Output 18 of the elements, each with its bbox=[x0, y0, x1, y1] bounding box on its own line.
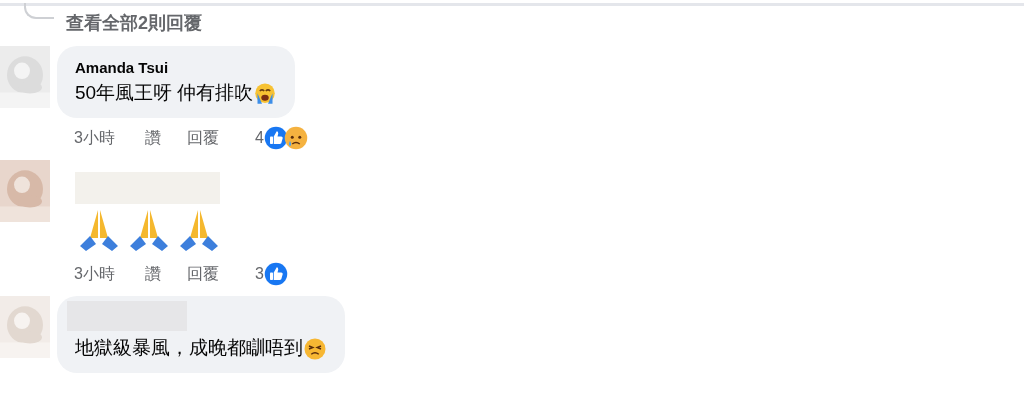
reaction-count[interactable]: 3 bbox=[254, 265, 264, 283]
view-replies-link[interactable]: 查看全部2則回覆 bbox=[66, 11, 202, 35]
reply-link[interactable]: 回覆 bbox=[186, 127, 219, 149]
comment-text: 50年風王呀 仲有排吹 bbox=[75, 81, 254, 105]
author-name[interactable]: Amanda Tsui bbox=[75, 59, 278, 76]
crying-face-icon bbox=[253, 82, 278, 106]
persevering-face-icon bbox=[303, 337, 327, 361]
comment-time[interactable]: 3小時 bbox=[74, 263, 115, 285]
reply-link[interactable]: 回覆 bbox=[186, 263, 219, 285]
like-link[interactable]: 讚 bbox=[144, 127, 161, 149]
comment-time[interactable]: 3小時 bbox=[74, 127, 115, 149]
sad-face-icon[interactable] bbox=[283, 126, 308, 150]
like-link[interactable]: 讚 bbox=[144, 263, 161, 285]
comment-text: 地獄級暴風，成晚都瞓唔到 bbox=[75, 336, 303, 360]
reply-connector-line bbox=[24, 3, 54, 19]
thumbs-up-icon[interactable] bbox=[263, 126, 288, 150]
reaction-count[interactable]: 4 bbox=[254, 129, 264, 147]
thumbs-up-icon[interactable] bbox=[263, 262, 288, 286]
